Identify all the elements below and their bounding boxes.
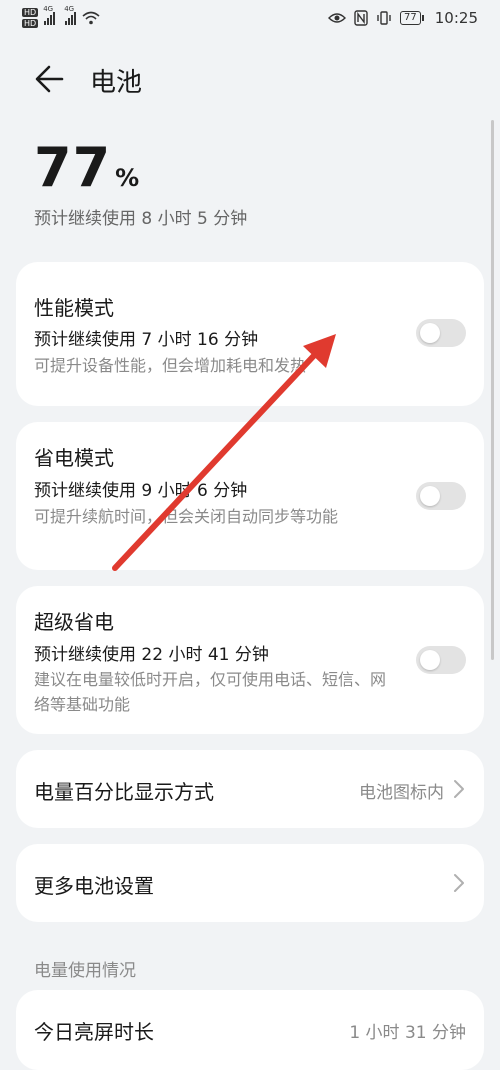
row-value: 1 小时 31 分钟	[349, 1023, 466, 1043]
performance-mode-card[interactable]: 性能模式 预计继续使用 7 小时 16 分钟 可提升设备性能，但会增加耗电和发热	[16, 262, 484, 406]
mode-title: 省电模式	[34, 446, 114, 470]
mode-time: 预计继续使用 22 小时 41 分钟	[34, 645, 269, 665]
ultra-power-saving-toggle[interactable]	[416, 646, 466, 674]
mode-description: 可提升续航时间，但会关闭自动同步等功能	[34, 507, 339, 526]
status-right: 77 10:25	[328, 9, 478, 27]
section-header-usage: 电量使用情况	[34, 961, 136, 981]
performance-mode-toggle[interactable]	[416, 319, 466, 347]
clock: 10:25	[434, 9, 478, 27]
mode-description: 建议在电量较低时开启，仅可使用电话、短信、网络等基础功能	[34, 670, 387, 714]
row-label: 今日亮屏时长	[34, 1020, 154, 1044]
remaining-time: 预计继续使用 8 小时 5 分钟	[34, 209, 248, 229]
back-arrow-icon[interactable]	[34, 62, 64, 96]
signal-icon-2: 4G	[64, 5, 77, 25]
power-saving-mode-card[interactable]: 省电模式 预计继续使用 9 小时 6 分钟 可提升续航时间，但会关闭自动同步等功…	[16, 422, 484, 570]
mode-description: 可提升设备性能，但会增加耗电和发热	[34, 356, 307, 375]
toggle-knob	[420, 650, 440, 670]
chevron-right-icon	[454, 874, 464, 892]
percentage-display-row[interactable]: 电量百分比显示方式 电池图标内	[16, 750, 484, 828]
scrollbar[interactable]	[491, 120, 494, 660]
signal-icon-1: 4G	[43, 5, 56, 25]
status-left: HD HD 4G 4G	[22, 5, 100, 28]
battery-percentage: 77%	[34, 136, 139, 199]
toggle-knob	[420, 323, 440, 343]
mode-time: 预计继续使用 9 小时 6 分钟	[34, 481, 248, 501]
row-value: 电池图标内	[359, 783, 444, 803]
hd-badge-1: HD	[22, 8, 39, 17]
screen-on-time-row[interactable]: 今日亮屏时长 1 小时 31 分钟	[16, 990, 484, 1070]
page-title: 电池	[90, 68, 143, 98]
chevron-right-icon	[454, 780, 464, 798]
mode-time: 预计继续使用 7 小时 16 分钟	[34, 330, 259, 350]
nfc-icon	[354, 10, 368, 26]
hd-badge-2: HD	[22, 19, 39, 28]
ultra-power-saving-card[interactable]: 超级省电 预计继续使用 22 小时 41 分钟 建议在电量较低时开启，仅可使用电…	[16, 586, 484, 734]
vibrate-icon	[377, 11, 391, 25]
status-bar: HD HD 4G 4G 77 10:25	[0, 0, 500, 40]
row-label: 电量百分比显示方式	[34, 780, 214, 804]
power-saving-mode-toggle[interactable]	[416, 482, 466, 510]
mode-title: 超级省电	[34, 610, 114, 634]
eye-icon	[328, 13, 347, 23]
row-label: 更多电池设置	[34, 874, 154, 898]
battery-icon: 77	[400, 11, 424, 25]
wifi-icon	[82, 11, 100, 25]
mode-title: 性能模式	[34, 296, 114, 320]
toggle-knob	[420, 486, 440, 506]
more-battery-settings-row[interactable]: 更多电池设置	[16, 844, 484, 922]
battery-percent-unit: %	[115, 164, 140, 192]
battery-percent-value: 77	[34, 136, 112, 199]
